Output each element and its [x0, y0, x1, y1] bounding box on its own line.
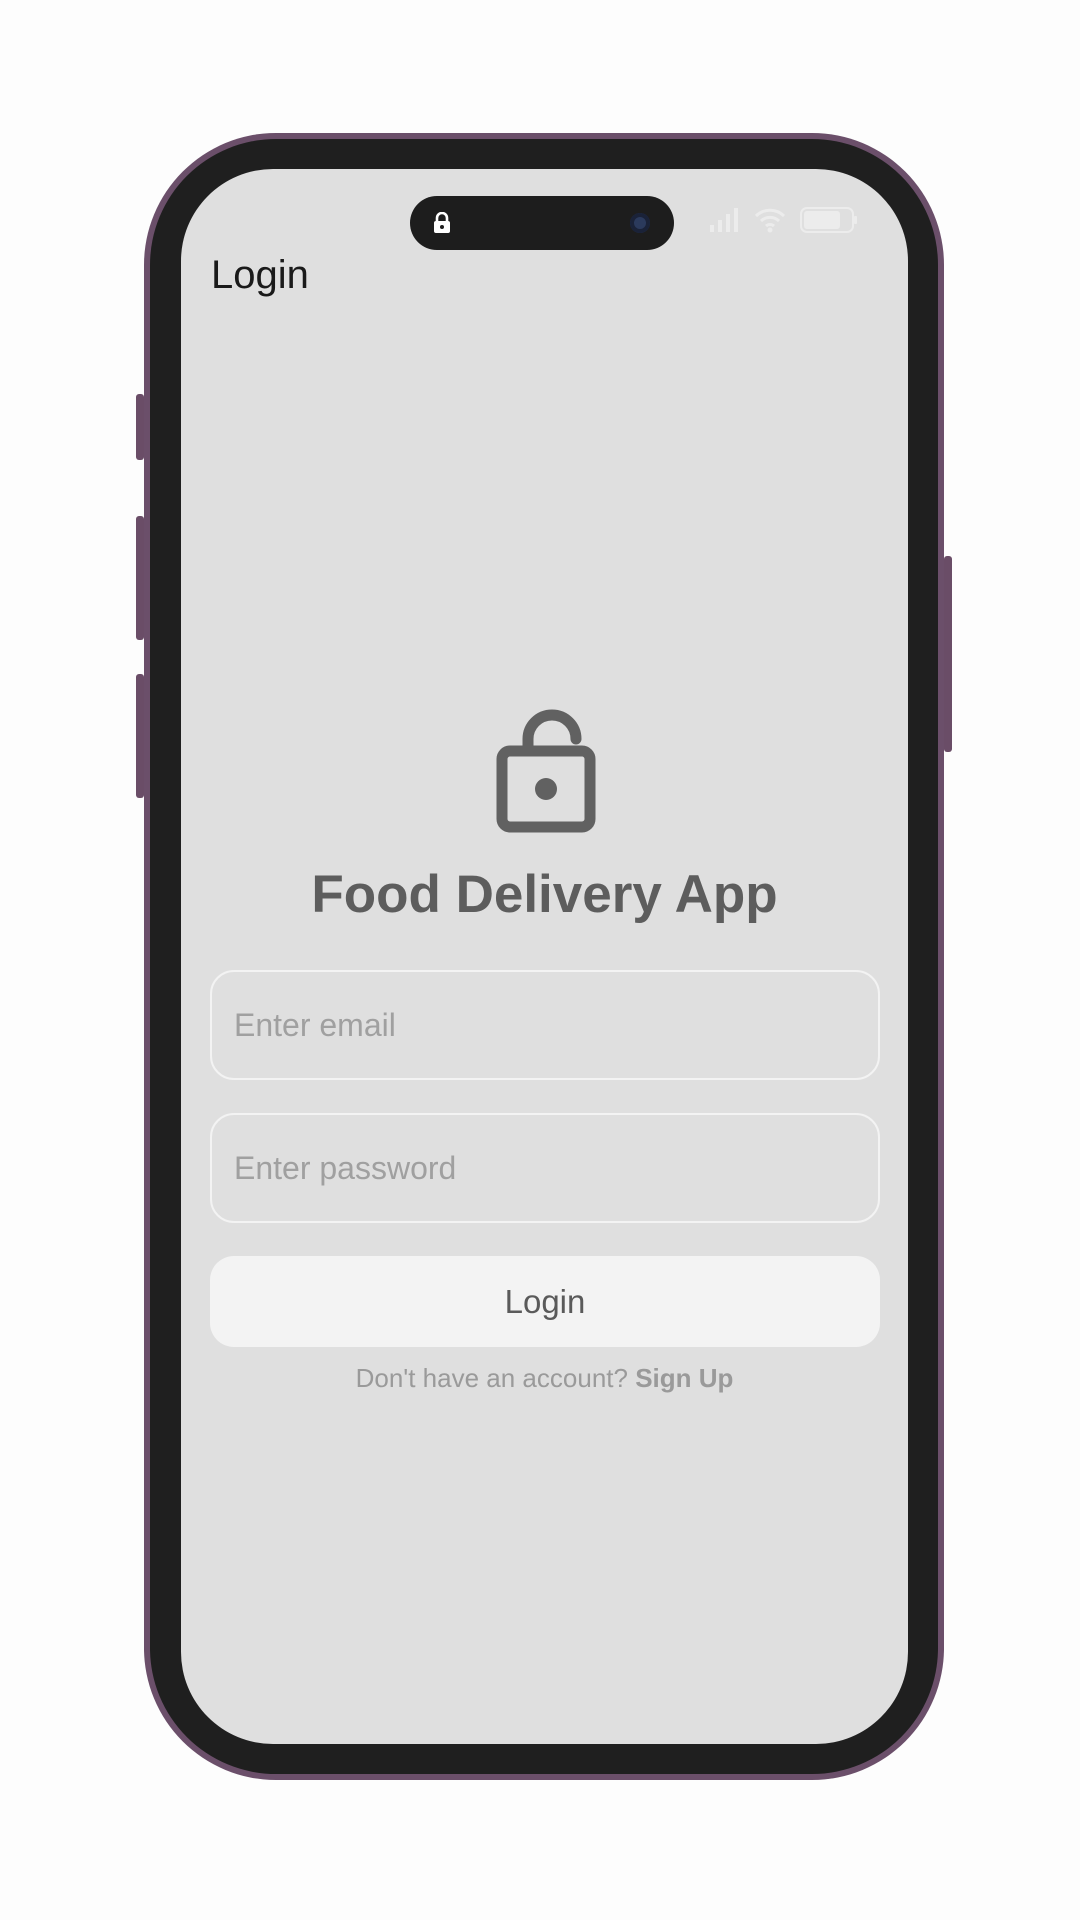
screen: Login Food Delivery App Login Don't have…: [181, 169, 908, 1744]
brand-title: Food Delivery App: [311, 865, 778, 924]
side-button-left-2: [136, 516, 144, 640]
side-button-left-1: [136, 394, 144, 460]
open-lock-icon: [496, 709, 596, 833]
password-field[interactable]: [210, 1113, 880, 1223]
battery-icon: [800, 207, 857, 233]
camera-icon: [630, 213, 650, 233]
dynamic-island: [410, 196, 674, 250]
signup-prompt-text: Don't have an account?: [355, 1363, 628, 1393]
signup-link[interactable]: Sign Up: [635, 1363, 733, 1393]
signup-prompt: Don't have an account? Sign Up: [181, 1363, 908, 1394]
lock-icon: [434, 212, 450, 233]
login-button[interactable]: Login: [210, 1256, 880, 1347]
side-button-right: [944, 556, 952, 752]
email-field[interactable]: [210, 970, 880, 1080]
signal-icon: [710, 208, 738, 232]
wifi-icon: [754, 208, 786, 233]
app-bar-title: Login: [211, 253, 309, 297]
status-bar-icons: [710, 207, 858, 233]
side-button-left-3: [136, 674, 144, 798]
